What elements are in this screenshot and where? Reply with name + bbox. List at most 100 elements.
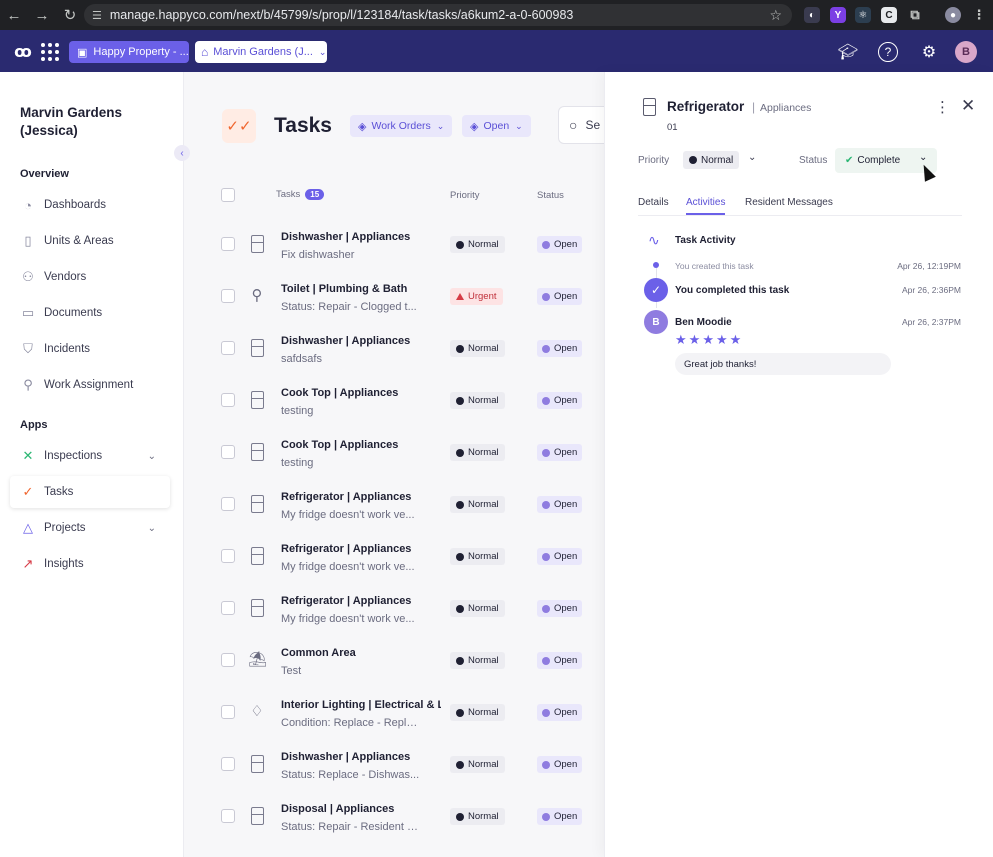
sidebar-item-documents[interactable]: ▭ Documents: [10, 297, 170, 329]
priority-select[interactable]: Normal: [683, 151, 740, 169]
overview-heading: Overview: [20, 168, 69, 180]
task-category: Appliances: [760, 102, 812, 114]
priority-badge: Normal: [450, 548, 505, 565]
sidebar-item-projects[interactable]: △ Projects ⌄: [10, 512, 170, 544]
apps-heading: Apps: [20, 419, 48, 431]
chevron-down-icon: ⌄: [515, 120, 523, 131]
status-text: Open: [554, 707, 578, 718]
sidebar-item-vendors[interactable]: ⚇ Vendors: [10, 261, 170, 293]
work-orders-filter[interactable]: ◈ Work Orders ⌄: [350, 115, 453, 137]
sidebar-item-units-areas[interactable]: ▯ Units & Areas: [10, 225, 170, 257]
row-checkbox[interactable]: [221, 341, 235, 355]
sidebar-item-dashboards[interactable]: ◔ Dashboards: [10, 189, 170, 221]
row-checkbox[interactable]: [221, 653, 235, 667]
task-row[interactable]: ⚲ Toilet | Plumbing & Bath Status: Repair …: [184, 272, 604, 324]
task-row[interactable]: Dishwasher | Appliances safdsafs Normal Ope…: [184, 324, 604, 376]
puzzle-icon[interactable]: ⧉: [907, 7, 923, 23]
close-icon[interactable]: ✕: [961, 96, 975, 116]
row-checkbox[interactable]: [221, 549, 235, 563]
tasks-column-header[interactable]: Tasks 15: [276, 189, 325, 200]
priority-dot-icon: [456, 448, 464, 457]
task-row[interactable]: Refrigerator | Appliances My fridge doesn…: [184, 584, 604, 636]
chevron-down-icon[interactable]: ⌄: [148, 451, 156, 462]
help-button[interactable]: ?: [877, 41, 899, 63]
task-title: Cook Top | Appliances: [281, 387, 399, 399]
priority-text: Urgent: [468, 291, 497, 302]
priority-text: Normal: [468, 395, 499, 406]
shield-icon: ⛉: [23, 341, 33, 356]
profile-icon[interactable]: ●: [945, 7, 961, 23]
sidebar-item-insights[interactable]: ↗ Insights: [10, 548, 170, 580]
status-dot-icon: [542, 604, 550, 613]
task-count-badge: 15: [305, 189, 325, 200]
forward-icon[interactable]: →: [28, 7, 56, 24]
search-input[interactable]: ○ Se: [558, 106, 604, 144]
row-checkbox[interactable]: [221, 601, 235, 615]
graduation-cap-icon[interactable]: 🎓︎: [837, 41, 859, 63]
task-row[interactable]: Dishwasher | Appliances Status: Replace -…: [184, 740, 604, 792]
sidebar-item-tasks[interactable]: ✓ Tasks: [10, 476, 170, 508]
row-checkbox[interactable]: [221, 497, 235, 511]
chevron-down-icon[interactable]: ⌄: [148, 523, 156, 534]
site-info-icon[interactable]: ☰: [92, 9, 102, 22]
row-checkbox[interactable]: [221, 809, 235, 823]
settings-gear-icon[interactable]: ⚙: [918, 41, 940, 63]
sidebar-item-inspections[interactable]: ✕ Inspections ⌄: [10, 440, 170, 472]
insights-icon: ↗: [22, 556, 34, 571]
site-switcher[interactable]: ⌂ Marvin Gardens (J... ⌄: [195, 41, 327, 63]
app-grid-icon[interactable]: [41, 43, 59, 61]
status-text: Open: [554, 291, 578, 302]
layers-icon: ◈: [470, 120, 479, 133]
back-icon[interactable]: ←: [0, 7, 28, 24]
status-column-header[interactable]: Status: [537, 190, 564, 201]
task-description: My fridge doesn't work ve...: [281, 561, 415, 573]
row-checkbox[interactable]: [221, 393, 235, 407]
row-checkbox[interactable]: [221, 705, 235, 719]
status-dot-icon: [542, 500, 550, 509]
extension-icon[interactable]: Y: [830, 7, 846, 23]
task-row[interactable]: Cook Top | Appliances testing Normal Open: [184, 376, 604, 428]
bookmark-star-icon[interactable]: ☆: [769, 7, 782, 24]
address-bar[interactable]: ☰ manage.happyco.com/next/b/45799/s/prop…: [84, 4, 792, 26]
row-checkbox[interactable]: [221, 757, 235, 771]
row-checkbox[interactable]: [221, 237, 235, 251]
task-row[interactable]: Refrigerator | Appliances My fridge doesn…: [184, 480, 604, 532]
extension-icon[interactable]: ◐: [804, 7, 820, 23]
extension-icon[interactable]: C: [881, 7, 897, 23]
sidebar-item-incidents[interactable]: ⛉ Incidents: [10, 333, 170, 365]
tab-details[interactable]: Details: [638, 197, 669, 208]
status-filter[interactable]: ◈ Open ⌄: [462, 115, 531, 137]
priority-dot-icon: [456, 500, 464, 509]
task-row[interactable]: Cook Top | Appliances testing Normal Open: [184, 428, 604, 480]
priority-dot-icon: [689, 156, 697, 164]
tab-activities[interactable]: Activities: [686, 197, 726, 215]
chevron-down-icon[interactable]: ⌄: [748, 152, 756, 163]
url-text[interactable]: manage.happyco.com/next/b/45799/s/prop/l…: [110, 8, 770, 22]
collapse-sidebar-button[interactable]: ‹: [174, 145, 190, 161]
user-avatar[interactable]: B: [955, 41, 977, 63]
row-checkbox[interactable]: [221, 289, 235, 303]
completed-check-icon: ✓: [644, 278, 668, 302]
tab-resident-messages[interactable]: Resident Messages: [745, 197, 833, 208]
sidebar-item-work-assignment[interactable]: ⚲ Work Assignment: [10, 369, 170, 401]
task-row[interactable]: Dishwasher | Appliances Fix dishwasher Nor…: [184, 220, 604, 272]
task-row[interactable]: ♢ Interior Lighting | Electrical & L Condi…: [184, 688, 604, 740]
priority-column-header[interactable]: Priority: [450, 190, 480, 201]
extension-icon[interactable]: ⚛: [855, 7, 871, 23]
task-row[interactable]: ⛱ Common Area Test Normal Open: [184, 636, 604, 688]
task-description: Status: Repair - Resident c...: [281, 821, 421, 833]
browser-menu-icon[interactable]: ⋮: [971, 7, 987, 23]
status-label: Status: [799, 155, 828, 166]
status-badge: Open: [537, 340, 583, 357]
row-checkbox[interactable]: [221, 445, 235, 459]
property-switcher[interactable]: ▣ Happy Property - ...: [69, 41, 189, 63]
status-dot-icon: [542, 656, 550, 665]
more-options-icon[interactable]: ⋮: [935, 98, 950, 116]
select-all-checkbox[interactable]: [221, 188, 235, 202]
task-row[interactable]: Refrigerator | Appliances My fridge doesn…: [184, 532, 604, 584]
task-row[interactable]: Disposal | Appliances Status: Repair - Re…: [184, 792, 604, 844]
priority-badge: Normal: [450, 600, 505, 617]
happyco-logo[interactable]: ꝏ: [12, 41, 34, 63]
priority-text: Normal: [468, 239, 499, 250]
reload-icon[interactable]: ↻: [56, 6, 84, 24]
